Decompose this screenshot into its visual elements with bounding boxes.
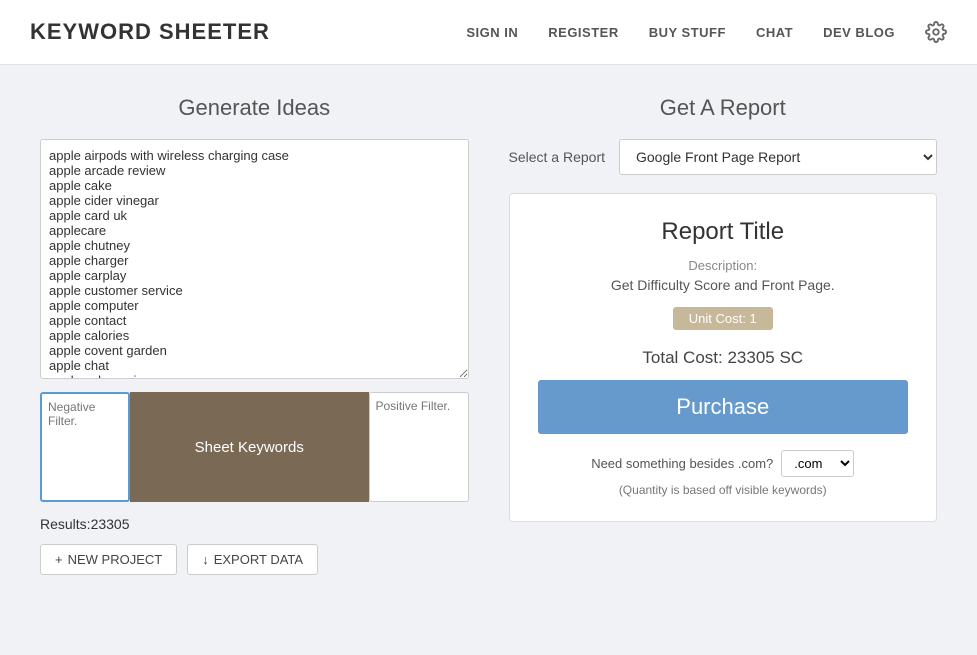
download-icon: ↓ [202, 552, 209, 567]
results-count: Results:23305 [40, 516, 469, 532]
get-report-panel: Get A Report Select a Report Google Fron… [509, 95, 938, 575]
export-data-button[interactable]: ↓ EXPORT DATA [187, 544, 318, 575]
domain-label: Need something besides .com? [591, 456, 773, 471]
description-text: Get Difficulty Score and Front Page. [538, 277, 909, 293]
domain-select[interactable]: .com .net .org .co.uk [781, 450, 854, 477]
nav-dev-blog[interactable]: DEV BLOG [823, 25, 895, 40]
purchase-button[interactable]: Purchase [538, 380, 909, 434]
settings-icon[interactable] [925, 21, 947, 43]
report-card: Report Title Description: Get Difficulty… [509, 193, 938, 522]
new-project-button[interactable]: + NEW PROJECT [40, 544, 177, 575]
total-cost: Total Cost: 23305 SC [538, 348, 909, 368]
logo: KEYWORD SHEETER [30, 19, 270, 45]
report-card-title: Report Title [538, 218, 909, 246]
plus-icon: + [55, 552, 63, 567]
description-label: Description: [538, 258, 909, 273]
quantity-note: (Quantity is based off visible keywords) [538, 483, 909, 497]
nav-sign-in[interactable]: SIGN IN [466, 25, 518, 40]
keywords-textarea[interactable]: apple airpods with wireless charging cas… [40, 139, 469, 379]
nav-chat[interactable]: CHAT [756, 25, 793, 40]
nav-register[interactable]: REGISTER [548, 25, 618, 40]
generate-ideas-panel: Generate Ideas apple airpods with wirele… [40, 95, 469, 575]
export-label: EXPORT DATA [214, 552, 303, 567]
select-report-label: Select a Report [509, 149, 606, 165]
negative-filter-input[interactable] [40, 392, 130, 502]
sheet-keywords-button[interactable]: Sheet Keywords [130, 392, 369, 502]
nav-buy-stuff[interactable]: BUY STUFF [649, 25, 726, 40]
generate-ideas-title: Generate Ideas [40, 95, 469, 121]
get-report-title: Get A Report [509, 95, 938, 121]
new-project-label: NEW PROJECT [68, 552, 163, 567]
unit-cost-badge: Unit Cost: 1 [673, 307, 773, 330]
positive-filter-input[interactable] [369, 392, 469, 502]
report-type-select[interactable]: Google Front Page Report Keyword Difficu… [619, 139, 937, 175]
